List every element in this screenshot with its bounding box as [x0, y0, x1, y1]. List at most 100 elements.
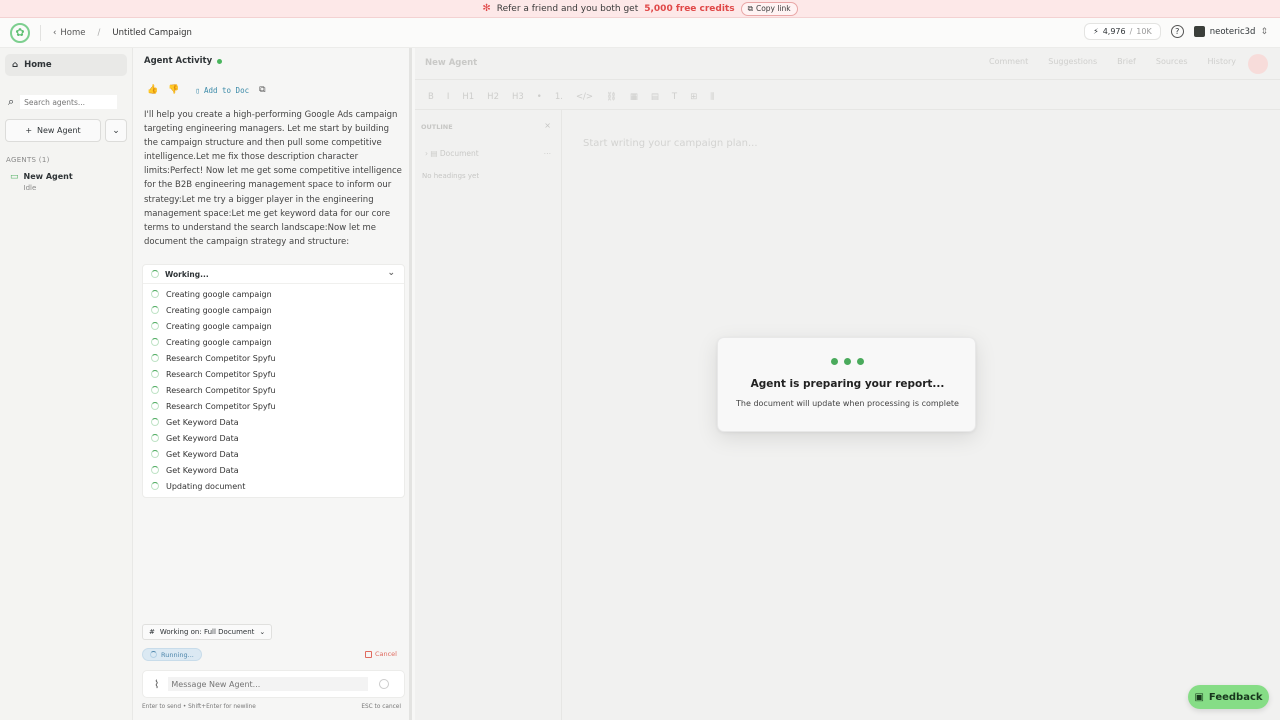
toolbar-button[interactable]: • [537, 92, 542, 102]
working-header[interactable]: Working... ⌄ [143, 265, 404, 284]
sparkle-icon: ✻ [482, 3, 491, 14]
editor-header: New Agent Comment Suggestions Brief Sources… [415, 48, 1280, 80]
toolbar-button[interactable]: 1. [555, 92, 563, 102]
toolbar-button[interactable]: H1 [462, 92, 474, 102]
close-icon[interactable]: × [544, 121, 551, 130]
copy-icon[interactable]: ⧉ [259, 85, 265, 95]
top-bar: ✿ ‹ Home / Untitled Campaign ⚡ 4,976 / 1… [0, 18, 1280, 48]
task-item: Research Competitor Spyfu [151, 350, 404, 366]
sidebar-item-home[interactable]: ⌂ Home [5, 54, 127, 76]
message-input[interactable] [168, 677, 369, 691]
toolbar-button[interactable]: ▤ [651, 92, 659, 102]
task-item: Creating google campaign [151, 334, 404, 350]
toolbar-button[interactable]: ⊞ [690, 92, 697, 102]
more-icon[interactable]: ⋯ [544, 149, 552, 158]
copy-icon: ⧉ [747, 3, 753, 13]
chat-icon: ▭ [10, 172, 19, 182]
agents-section-label: AGENTS (1) [6, 156, 50, 164]
agent-search: ⌕ [8, 94, 127, 110]
composer-hint: Enter to send • Shift+Enter for newline [142, 704, 256, 710]
new-agent-dropdown[interactable]: ⌄ [105, 119, 127, 142]
new-agent-group: + New Agent ⌄ [5, 119, 127, 142]
breadcrumb-home[interactable]: Home [60, 28, 85, 38]
toolbar-button[interactable]: ⫼ [710, 92, 714, 102]
tab-brief[interactable]: Brief [1117, 57, 1136, 66]
paperclip-icon[interactable]: ⌇ [154, 678, 159, 691]
chevron-down-icon: ⌄ [112, 125, 120, 136]
tab-comment[interactable]: Comment [989, 57, 1028, 66]
tab-sources[interactable]: Sources [1156, 57, 1188, 66]
thumbs-up-icon[interactable]: 👍 [147, 85, 158, 95]
outline-document-item[interactable]: › ▤ Document [425, 149, 479, 158]
toolbar-button[interactable]: H2 [487, 92, 499, 102]
spinner-icon [151, 370, 159, 378]
hash-icon: # [149, 628, 155, 636]
send-icon[interactable] [379, 679, 390, 689]
home-icon: ⌂ [12, 60, 19, 70]
panel-title-text: Agent Activity [144, 56, 213, 66]
credits-used: 4,976 [1102, 27, 1126, 36]
banner-highlight: 5,000 free credits [644, 3, 735, 14]
format-toolbar: B I H1 H2 H3 • 1. </> ⛓ ▦ ▤ T ⊞ ⫼ [415, 85, 1280, 110]
task-item: Research Competitor Spyfu [151, 398, 404, 414]
tab-suggestions[interactable]: Suggestions [1048, 57, 1097, 66]
context-label: Working on: Full Document [159, 628, 255, 636]
app-logo-icon[interactable]: ✿ [10, 22, 30, 43]
spinner-icon [151, 466, 159, 474]
toolbar-button[interactable]: </> [576, 92, 593, 102]
toolbar-button[interactable]: I [447, 92, 450, 102]
spinner-icon [151, 386, 159, 394]
feedback-button[interactable]: ▣ Feedback [1188, 685, 1269, 709]
collaborator-avatar[interactable] [1248, 54, 1268, 74]
spinner-icon [151, 418, 159, 426]
task-label: Creating google campaign [166, 337, 272, 347]
add-to-doc-button[interactable]: ▯ Add to Doc [195, 86, 249, 95]
toolbar-button[interactable]: T [672, 92, 677, 102]
thumbs-down-icon[interactable]: 👎 [168, 85, 179, 95]
context-selector[interactable]: # Working on: Full Document ⌄ [142, 624, 273, 640]
help-icon[interactable]: ? [1170, 25, 1184, 38]
spinner-icon [151, 306, 159, 314]
task-item: Research Competitor Spyfu [151, 382, 404, 398]
task-label: Research Competitor Spyfu [166, 369, 276, 379]
task-label: Updating document [166, 481, 246, 491]
stop-icon [364, 650, 372, 658]
cancel-label: Cancel [374, 650, 397, 658]
task-label: Creating google campaign [166, 305, 272, 315]
tab-history[interactable]: History [1208, 57, 1236, 66]
spinner-icon [151, 354, 159, 362]
outline-label: OUTLINE [421, 123, 453, 131]
toolbar-button[interactable]: B [428, 92, 434, 102]
chevron-down-icon: ⌄ [387, 268, 395, 278]
task-item: Updating document [151, 478, 404, 494]
task-label: Research Competitor Spyfu [166, 353, 276, 363]
toolbar-button[interactable]: ⛓ [606, 92, 617, 102]
task-item: Get Keyword Data [151, 462, 404, 478]
task-label: Get Keyword Data [166, 449, 239, 459]
running-badge: Running... [142, 648, 202, 661]
task-list: Creating google campaign Creating google … [143, 284, 404, 494]
top-right-controls: ⚡ 4,976 / 10K ? neoteric3d ⇕ [1084, 23, 1268, 40]
credits-counter[interactable]: ⚡ 4,976 / 10K [1084, 23, 1161, 40]
lightning-icon: ⚡ [1093, 27, 1099, 36]
outline-document-label: Document [439, 149, 479, 158]
referral-banner: ✻ Refer a friend and you both get 5,000 … [0, 0, 1280, 18]
document-icon: ▯ [195, 85, 200, 95]
spinner-icon [151, 434, 159, 442]
working-label: Working... [165, 269, 209, 279]
spinner-icon [151, 482, 159, 490]
sidebar-agent-item[interactable]: ▭ New Agent Idle [10, 172, 132, 192]
editor-title: New Agent [425, 58, 478, 68]
editor-placeholder[interactable]: Start writing your campaign plan... [583, 138, 758, 149]
copy-link-button[interactable]: ⧉ Copy link [740, 1, 798, 16]
toolbar-button[interactable]: ▦ [630, 92, 638, 102]
spinner-icon [151, 290, 159, 298]
user-menu[interactable]: neoteric3d ⇕ [1193, 26, 1268, 37]
avatar [1193, 26, 1205, 37]
task-item: Get Keyword Data [151, 414, 404, 430]
new-agent-button[interactable]: + New Agent [5, 119, 101, 142]
toolbar-button[interactable]: H3 [512, 92, 524, 102]
search-input[interactable] [20, 95, 118, 109]
cancel-button[interactable]: Cancel [364, 650, 397, 658]
working-panel: Working... ⌄ Creating google campaign Cre… [142, 264, 405, 498]
